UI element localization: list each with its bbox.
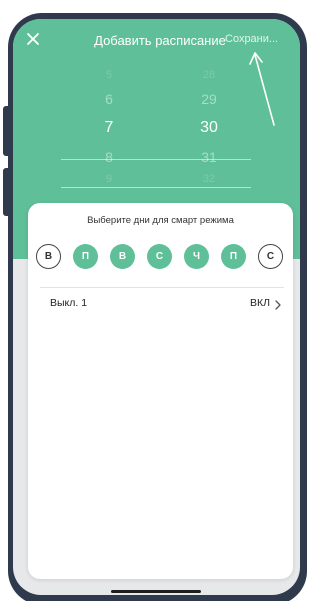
setting-value: ВКЛ	[249, 297, 270, 309]
minute-wheel[interactable]: 28 29 30 31 32	[179, 65, 239, 195]
day-toggle-friday[interactable]: П	[221, 244, 246, 269]
minute-option[interactable]: 32	[179, 173, 239, 185]
schedule-card: Выберите дни для смарт режима В П В С Ч …	[28, 203, 293, 579]
selected-hour[interactable]: 7	[79, 119, 139, 137]
minute-option[interactable]: 31	[179, 149, 239, 165]
mode-setting-row[interactable]: Выкл. 1 ВКЛ	[40, 295, 284, 315]
save-button[interactable]: Сохрани...	[225, 33, 295, 45]
selected-minute[interactable]: 30	[179, 119, 239, 137]
home-indicator	[111, 590, 201, 593]
day-toggle-sunday[interactable]: В	[36, 244, 61, 269]
hour-option[interactable]: 6	[79, 91, 139, 107]
day-toggle-thursday[interactable]: Ч	[184, 244, 209, 269]
hour-option[interactable]: 8	[79, 149, 139, 165]
day-toggle-saturday[interactable]: С	[258, 244, 283, 269]
app-screen: Добавить расписание Сохрани... 5 6 7 8 9…	[13, 19, 300, 595]
setting-label: Выкл. 1	[50, 297, 88, 309]
time-picker[interactable]: 5 6 7 8 9 28 29 30 31 32	[13, 65, 300, 195]
divider	[40, 287, 284, 288]
page-title: Добавить расписание	[94, 33, 226, 48]
day-toggle-monday[interactable]: П	[73, 244, 98, 269]
top-bar: Добавить расписание Сохрани...	[13, 19, 300, 61]
minute-option[interactable]: 29	[179, 91, 239, 107]
day-toggle-tuesday[interactable]: В	[110, 244, 135, 269]
days-section-title: Выберите дни для смарт режима	[87, 215, 234, 226]
chevron-right-icon	[275, 300, 281, 310]
minute-option[interactable]: 28	[179, 69, 239, 81]
hour-wheel[interactable]: 5 6 7 8 9	[79, 65, 139, 195]
day-selector: В П В С Ч П С	[36, 244, 286, 270]
close-icon[interactable]	[25, 31, 41, 47]
hour-option[interactable]: 9	[79, 173, 139, 185]
screenshot-stage: Добавить расписание Сохрани... 5 6 7 8 9…	[0, 0, 310, 601]
day-toggle-wednesday[interactable]: С	[147, 244, 172, 269]
hour-option[interactable]: 5	[79, 69, 139, 81]
